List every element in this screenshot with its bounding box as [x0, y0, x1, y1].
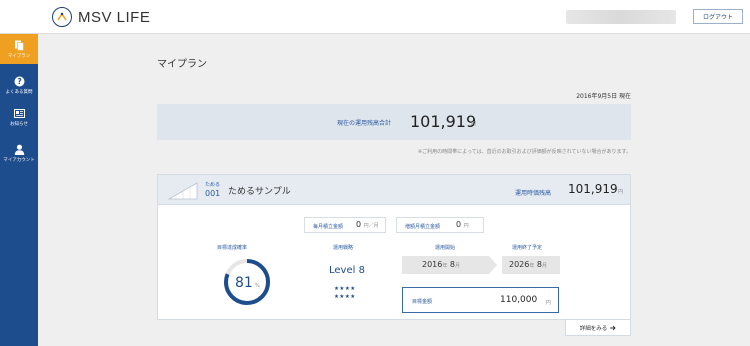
plan-balance-unit: 円 [618, 189, 624, 195]
plan-number: 001 [205, 189, 221, 198]
user-name-blurred [566, 10, 676, 24]
month-unit: 月 [455, 263, 461, 269]
end-date-value: 2026年 8月 [509, 260, 547, 269]
monthly-value: 0 [356, 220, 362, 229]
page-title: マイプラン [157, 59, 207, 70]
start-year: 2016 [422, 260, 443, 269]
extra-contribution-box: 増額月積立金額 0 円 [396, 217, 484, 233]
extra-contribution-label: 増額月積立金額 [405, 224, 441, 230]
top-header: MSV LIFE ログアウト [0, 0, 750, 34]
view-details-label: 詳細をみる [579, 325, 608, 332]
sidebar-item-faq[interactable]: ? よくある質問 [0, 70, 38, 100]
achievement-label: 目標達成確率 [217, 245, 248, 251]
end-date-label: 運用終了予定 [512, 245, 543, 251]
plan-balance-label: 運用時価残高 [515, 190, 552, 197]
sidebar-item-my-account[interactable]: マイアカウント [0, 138, 38, 168]
target-amount-unit: 円 [546, 300, 552, 306]
target-amount-box: 目標金額 110,000 円 [402, 287, 559, 313]
view-details-button[interactable]: 詳細をみる [565, 320, 631, 336]
sidebar-item-news[interactable]: お知らせ [0, 102, 38, 132]
logo[interactable]: MSV LIFE [52, 7, 150, 27]
question-icon: ? [14, 76, 25, 87]
year-unit: 年 [529, 263, 535, 269]
total-balance-label: 現在の運用残高合計 [337, 120, 392, 127]
sidebar-item-label: マイアカウント [3, 157, 35, 163]
total-balance-unit: 円 [471, 121, 477, 127]
total-balance-value: 101,919 [410, 112, 477, 131]
plan-balance-value: 101,919 [568, 182, 618, 196]
monthly-contribution-label: 毎月積立金額 [313, 224, 344, 230]
rising-chart-icon [168, 182, 198, 200]
target-amount-value: 110,000 [500, 295, 538, 305]
end-date-box: 2026年 8月 [502, 256, 560, 274]
sidebar-item-my-plan[interactable]: マイプラン [0, 34, 38, 64]
strategy-value: Level 8 [329, 265, 365, 276]
end-year: 2026 [509, 260, 530, 269]
year-unit: 年 [442, 263, 448, 269]
plan-header: ためる 001 ためるサンプル 運用時価残高 101,919 円 [158, 175, 630, 205]
document-icon [14, 40, 25, 51]
monthly-unit: 円／月 [363, 223, 379, 229]
extra-contribution-value: 0 円 [456, 220, 469, 229]
svg-text:?: ? [17, 77, 21, 86]
app-name: MSV LIFE [78, 8, 151, 26]
monthly-contribution-box: 毎月積立金額 0 円／月 [304, 217, 386, 233]
star-row: ★★★★ [334, 286, 356, 292]
logo-icon [52, 7, 72, 27]
plan-type-tag: ためる [205, 182, 221, 188]
total-balance-panel: 現在の運用残高合計 101,919 円 [157, 104, 631, 140]
target-amount-label: 目標金額 [412, 299, 433, 305]
news-icon [13, 108, 25, 119]
user-icon [14, 144, 25, 155]
risk-stars: ★★★★ ★★★★ [334, 285, 356, 301]
plan-card: ためる 001 ためるサンプル 運用時価残高 101,919 円 毎月積立金額 … [157, 174, 631, 320]
sidebar-item-label: よくある質問 [5, 89, 33, 95]
notice-text: ※ご利用の時間帯によっては、直近のお取引および評価額が反映されていない場合があり… [417, 149, 631, 155]
month-unit: 月 [542, 263, 548, 269]
star-row: ★★★★ [334, 294, 356, 300]
logout-button[interactable]: ログアウト [693, 9, 743, 24]
plan-name: ためるサンプル [228, 187, 291, 197]
arrow-right-icon [610, 325, 616, 330]
extra-value: 0 [456, 220, 462, 229]
sidebar-item-label: お知らせ [10, 121, 28, 127]
extra-unit: 円 [463, 223, 469, 229]
start-date-value: 2016年 8月 [422, 260, 460, 269]
strategy-label: 運用戦略 [333, 245, 354, 251]
achievement-unit: % [255, 283, 260, 289]
start-date-label: 運用開始 [435, 245, 456, 251]
as-of-date: 2016年9月5日 現在 [576, 93, 631, 100]
achievement-value: 81 [235, 275, 253, 291]
sidebar: マイプラン ? よくある質問 お知らせ マイアカウント [0, 34, 38, 346]
monthly-contribution-value: 0 円／月 [356, 220, 379, 229]
sidebar-item-label: マイプラン [7, 53, 31, 59]
